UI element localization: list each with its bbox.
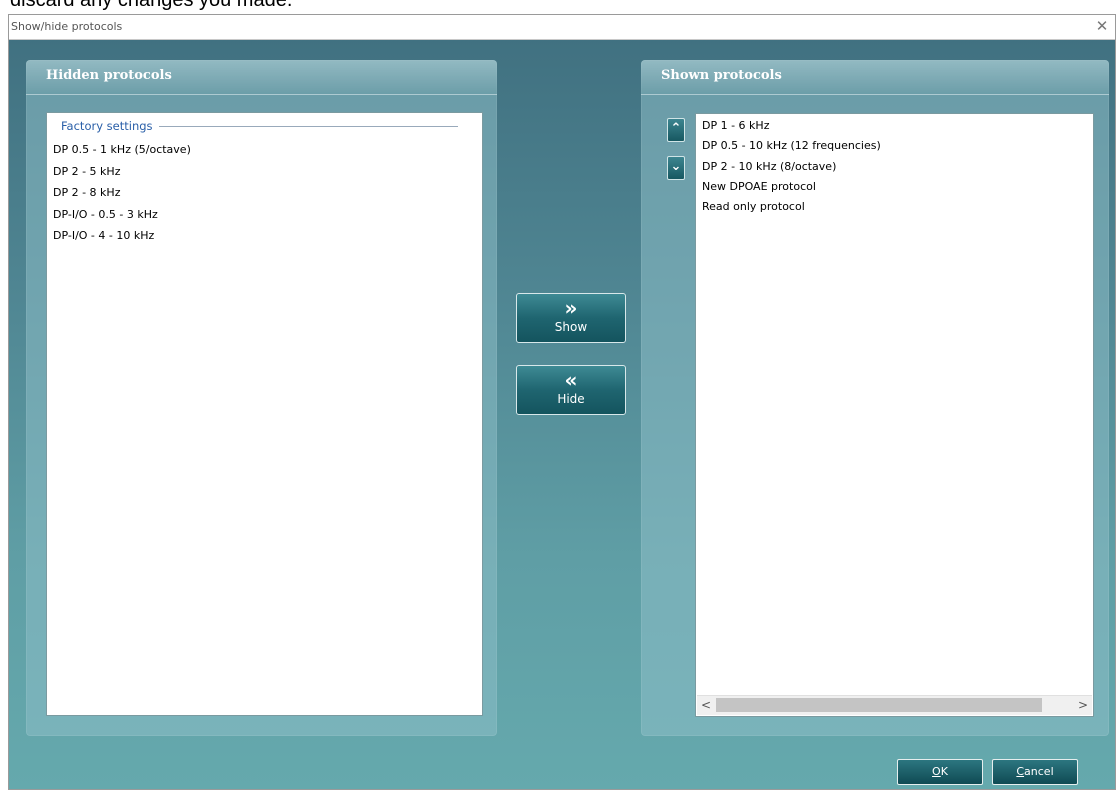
ok-label-rest: K (940, 765, 948, 778)
hidden-protocols-list[interactable]: Factory settings DP 0.5 - 1 kHz (5/octav… (46, 112, 483, 716)
double-chevron-right-icon: » (564, 296, 578, 320)
list-item[interactable]: DP-I/O - 4 - 10 kHz (53, 225, 191, 247)
ok-mnemonic: O (932, 765, 941, 778)
list-item[interactable]: DP 0.5 - 1 kHz (5/octave) (53, 139, 191, 161)
horizontal-scrollbar[interactable]: < > (697, 695, 1092, 715)
move-up-button[interactable]: ⌃ (667, 118, 685, 142)
close-icon[interactable]: ✕ (1093, 17, 1111, 35)
hidden-protocols-items: DP 0.5 - 1 kHz (5/octave) DP 2 - 5 kHz D… (53, 139, 191, 247)
list-item[interactable]: New DPOAE protocol (702, 177, 881, 197)
shown-protocols-list[interactable]: DP 1 - 6 kHz DP 0.5 - 10 kHz (12 frequen… (695, 113, 1094, 717)
list-item[interactable]: DP 0.5 - 10 kHz (12 frequencies) (702, 136, 881, 156)
double-chevron-left-icon: « (564, 368, 578, 392)
factory-settings-group-label: Factory settings (61, 119, 159, 133)
hide-button[interactable]: « Hide (516, 365, 626, 415)
list-item[interactable]: DP 2 - 8 kHz (53, 182, 191, 204)
list-item[interactable]: DP-I/O - 0.5 - 3 kHz (53, 204, 191, 226)
hidden-protocols-panel: Hidden protocols Factory settings DP 0.5… (26, 60, 497, 736)
shown-protocols-items: DP 1 - 6 kHz DP 0.5 - 10 kHz (12 frequen… (702, 116, 881, 217)
list-item[interactable]: DP 2 - 10 kHz (8/octave) (702, 157, 881, 177)
hidden-protocols-header: Hidden protocols (26, 60, 497, 95)
shown-protocols-header: Shown protocols (641, 60, 1109, 95)
cancel-button[interactable]: Cancel (992, 759, 1078, 785)
scrollbar-thumb[interactable] (716, 698, 1042, 712)
shown-protocols-panel: Shown protocols ⌃ ⌄ DP 1 - 6 kHz DP 0.5 … (641, 60, 1109, 736)
move-down-button[interactable]: ⌄ (667, 156, 685, 180)
scroll-left-icon[interactable]: < (697, 696, 715, 715)
hide-button-label: Hide (557, 392, 585, 406)
dialog-title: Show/hide protocols (11, 20, 123, 33)
dialog-titlebar: Show/hide protocols ✕ (9, 15, 1115, 40)
show-button[interactable]: » Show (516, 293, 626, 343)
list-item[interactable]: DP 2 - 5 kHz (53, 161, 191, 183)
cancel-label-rest: ancel (1024, 765, 1054, 778)
list-item[interactable]: DP 1 - 6 kHz (702, 116, 881, 136)
shown-protocols-title: Shown protocols (661, 68, 782, 83)
list-item[interactable]: Read only protocol (702, 197, 881, 217)
show-button-label: Show (554, 320, 588, 334)
ok-button[interactable]: OK (897, 759, 983, 785)
hidden-protocols-title: Hidden protocols (46, 68, 172, 83)
scroll-right-icon[interactable]: > (1074, 696, 1092, 715)
page-caption: discard any changes you made. (10, 0, 293, 11)
cancel-mnemonic: C (1016, 765, 1025, 778)
show-hide-protocols-dialog: Show/hide protocols ✕ Hidden protocols F… (8, 14, 1116, 790)
